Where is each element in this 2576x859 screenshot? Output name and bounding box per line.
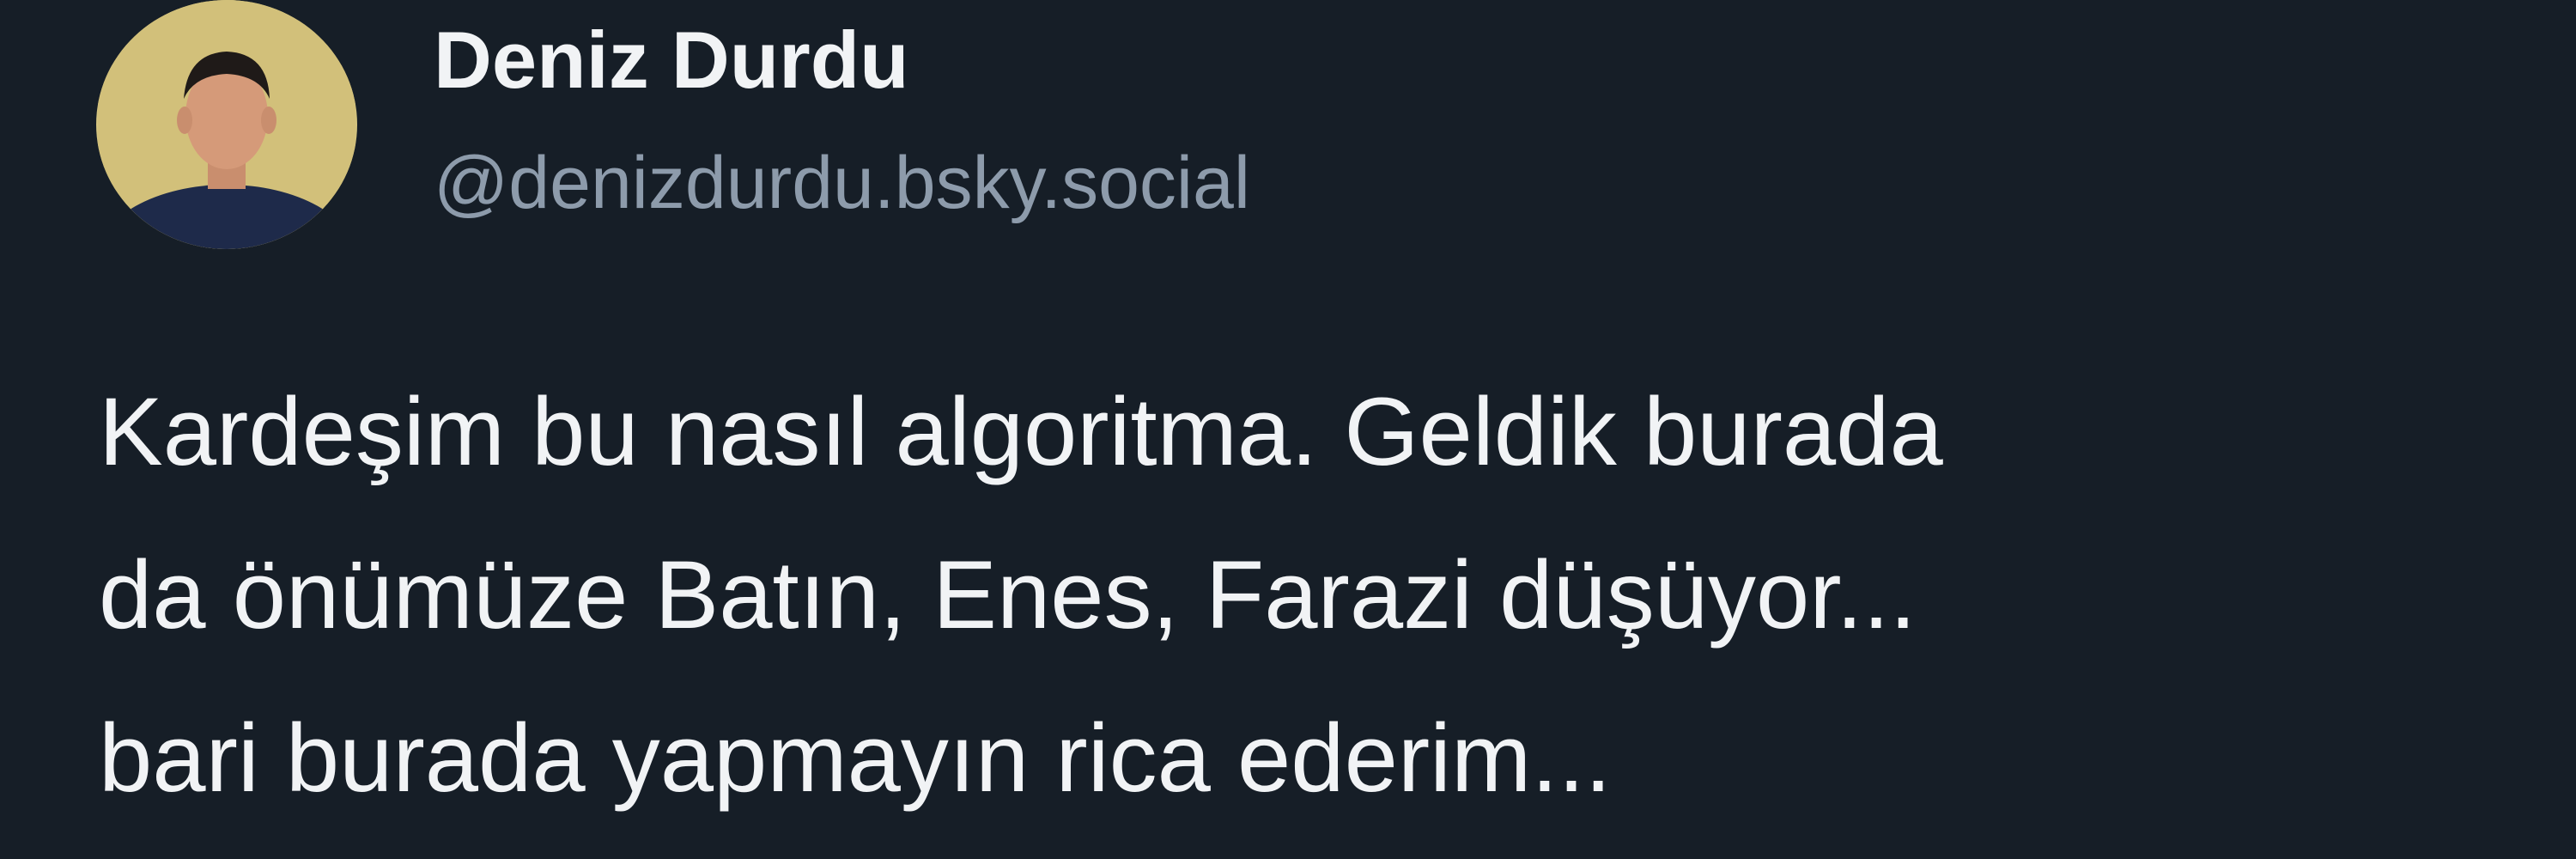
post-text-line: da önümüze Batın, Enes, Farazi düşüyor..… xyxy=(99,541,1917,649)
post-card[interactable]: Deniz Durdu @denizdurdu.bsky.social Kard… xyxy=(0,0,2576,859)
author-handle[interactable]: @denizdurdu.bsky.social xyxy=(434,143,1250,224)
author-name[interactable]: Deniz Durdu xyxy=(434,15,909,105)
post-text-line: Kardeşim bu nasıl algoritma. Geldik bura… xyxy=(99,378,1943,485)
avatar[interactable] xyxy=(96,0,357,249)
post-text: Kardeşim bu nasıl algoritma. Geldik bura… xyxy=(99,350,2555,840)
avatar-photo-icon xyxy=(98,0,355,249)
post-text-line: bari burada yapmayın rica ederim... xyxy=(99,704,1612,812)
